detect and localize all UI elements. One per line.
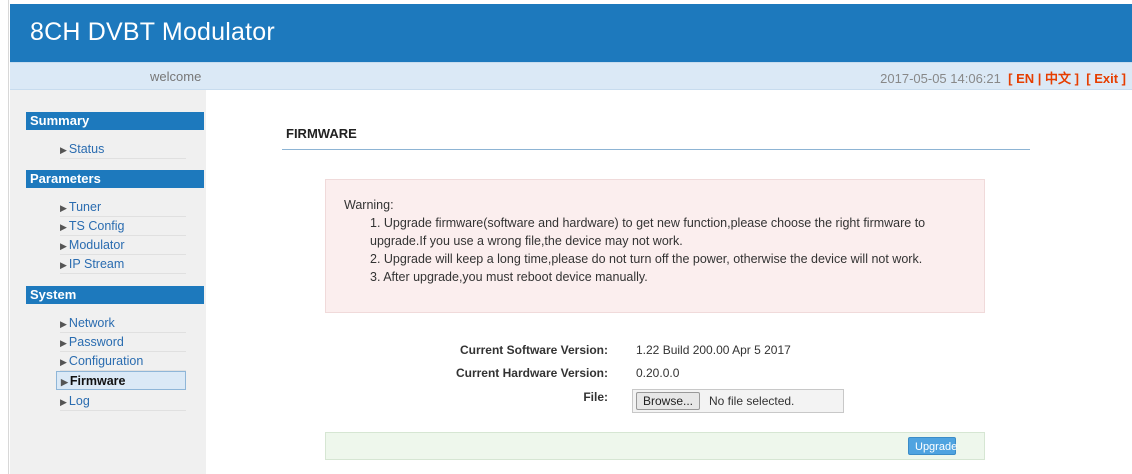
title-divider [282, 149, 1030, 150]
software-version-value: 1.22 Build 200.00 Apr 5 2017 [636, 343, 791, 357]
triangle-right-icon: ▶ [60, 260, 67, 270]
browse-button[interactable]: Browse... [636, 392, 701, 410]
window-left-edge [0, 0, 9, 474]
lang-zh-link[interactable]: 中文 [1045, 71, 1071, 86]
triangle-right-icon: ▶ [60, 357, 67, 367]
triangle-right-icon: ▶ [60, 338, 67, 348]
warning-box: Warning: 1. Upgrade firmware(software an… [325, 179, 985, 313]
file-input[interactable]: Browse... No file selected. [632, 389, 844, 413]
page-title: FIRMWARE [286, 126, 357, 141]
sidebar-item-ip-stream[interactable]: ▶ IP Stream [60, 255, 186, 274]
triangle-right-icon: ▶ [61, 377, 68, 387]
sidebar-item-ts-config[interactable]: ▶ TS Config [60, 217, 186, 236]
hardware-version-value: 0.20.0.0 [636, 366, 680, 380]
sidebar-item-log[interactable]: ▶ Log [60, 392, 186, 411]
triangle-right-icon: ▶ [60, 203, 67, 213]
triangle-right-icon: ▶ [60, 145, 67, 155]
sidebar-heading-summary: Summary [26, 112, 204, 130]
warning-heading: Warning: [344, 198, 394, 212]
welcome-text: welcome [150, 69, 202, 84]
sidebar-item-firmware[interactable]: ▶ Firmware [56, 371, 186, 390]
warning-line: 2. Upgrade will keep a long time,please … [370, 252, 923, 266]
sidebar-heading-parameters: Parameters [26, 170, 204, 188]
app-header: 8CH DVBT Modulator [10, 4, 1132, 62]
sidebar-heading-system: System [26, 286, 204, 304]
sidebar-item-password[interactable]: ▶ Password [60, 333, 186, 352]
sidebar-item-configuration[interactable]: ▶ Configuration [60, 352, 186, 371]
upgrade-button[interactable]: Upgrade [908, 437, 957, 455]
top-right-controls: 2017-05-05 14:06:21 [ EN | 中文 ] [ Exit ] [880, 71, 1126, 86]
datetime: 2017-05-05 14:06:21 [880, 71, 1001, 86]
sidebar-item-network[interactable]: ▶ Network [60, 314, 186, 333]
warning-line: 3. After upgrade,you must reboot device … [370, 270, 648, 284]
lang-separator: | [1037, 71, 1042, 86]
triangle-right-icon: ▶ [60, 241, 67, 251]
top-status-bar: welcome 2017-05-05 14:06:21 [ EN | 中文 ] … [10, 62, 1132, 90]
file-status-text: No file selected. [709, 394, 795, 408]
action-bar: Upgrade [325, 432, 985, 460]
lang-en-link[interactable]: EN [1016, 71, 1034, 86]
exit-link[interactable]: Exit [1094, 71, 1118, 86]
warning-line: upgrade.If you use a wrong file,the devi… [370, 234, 683, 248]
app-title: 8CH DVBT Modulator [30, 18, 275, 46]
software-version-label: Current Software Version: [459, 343, 608, 357]
triangle-right-icon: ▶ [60, 319, 67, 329]
warning-line: 1. Upgrade firmware(software and hardwar… [370, 216, 926, 230]
triangle-right-icon: ▶ [60, 222, 67, 232]
sidebar-item-modulator[interactable]: ▶ Modulator [60, 236, 186, 255]
sidebar-item-tuner[interactable]: ▶ Tuner [60, 198, 186, 217]
hardware-version-label: Current Hardware Version: [455, 366, 608, 380]
sidebar-item-status[interactable]: ▶ Status [60, 140, 186, 159]
file-label: File: [583, 390, 608, 404]
triangle-right-icon: ▶ [60, 397, 67, 407]
